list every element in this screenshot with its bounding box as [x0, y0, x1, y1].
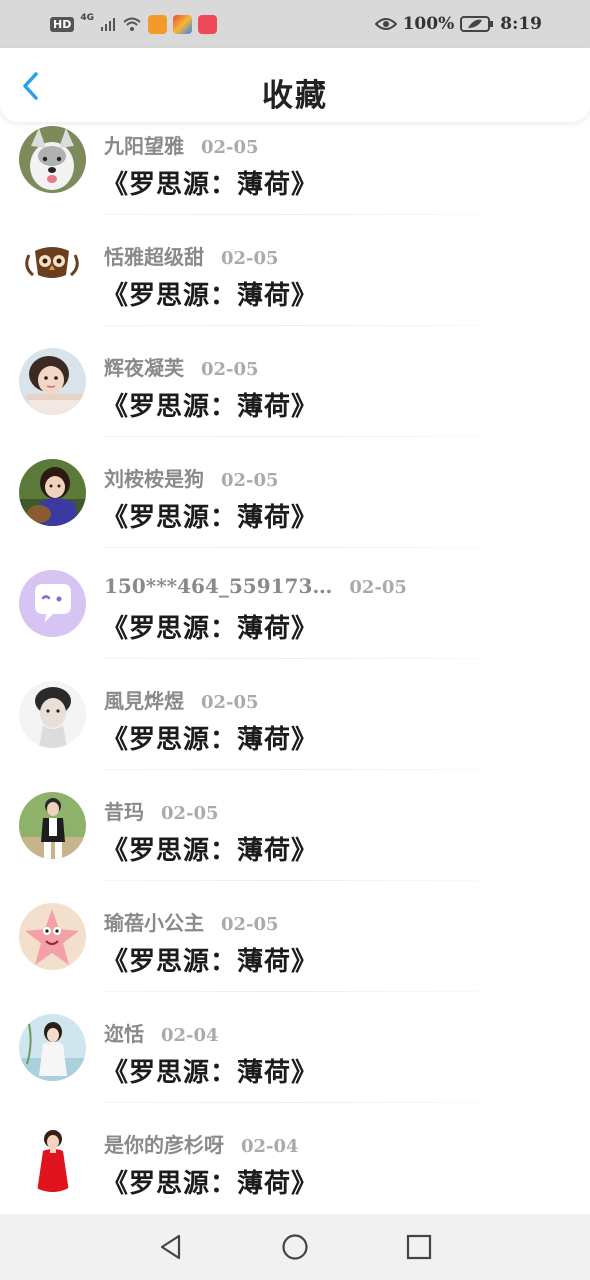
- post-date: 02-04: [241, 1136, 299, 1157]
- item-title[interactable]: 《罗思源：薄荷》: [102, 497, 318, 534]
- app-notification-icon: [148, 14, 167, 34]
- item-meta: 辉夜凝芙 02-05: [104, 352, 259, 381]
- app-notification-icon: [173, 14, 192, 34]
- post-date: 02-04: [161, 1025, 219, 1046]
- network-type: 4G: [80, 13, 94, 23]
- hd-badge: HD: [50, 16, 75, 32]
- owlbook-logo: [19, 237, 86, 304]
- girl-red-dress-avatar-image: [19, 1125, 86, 1192]
- user-name[interactable]: 恬雅超级甜: [104, 241, 204, 270]
- post-date: 02-05: [349, 577, 407, 598]
- list-item[interactable]: 瑜蓓小公主 02-05 《罗思源：薄荷》: [0, 881, 590, 992]
- patrick-star-avatar-image: [19, 903, 86, 970]
- item-meta: 風見烨煜 02-05: [104, 685, 259, 714]
- avatar[interactable]: [19, 681, 86, 748]
- eye-icon: [374, 18, 397, 30]
- battery-percent: 100%: [402, 14, 455, 34]
- list-item[interactable]: 風見烨煜 02-05 《罗思源：薄荷》: [0, 659, 590, 770]
- nav-home-button[interactable]: [281, 1233, 309, 1261]
- default-chat-avatar-icon: [19, 570, 86, 637]
- avatar[interactable]: [19, 903, 86, 970]
- status-left: HD 4G: [50, 13, 217, 34]
- boy-outdoor-avatar-image: [19, 792, 86, 859]
- avatar[interactable]: [19, 1125, 86, 1192]
- user-name[interactable]: 九阳望雅: [104, 130, 184, 159]
- back-triangle-icon: [160, 1234, 181, 1260]
- avatar[interactable]: [19, 570, 86, 637]
- boy-avatar-image: [19, 681, 86, 748]
- wifi-icon: [123, 17, 141, 31]
- clock: 8:19: [500, 14, 542, 34]
- item-title[interactable]: 《罗思源：薄荷》: [102, 164, 318, 201]
- item-title[interactable]: 《罗思源：薄荷》: [102, 275, 318, 312]
- user-name[interactable]: 迩恬: [104, 1018, 144, 1047]
- header: 收藏: [0, 48, 590, 122]
- item-meta: 恬雅超级甜 02-05: [104, 241, 279, 270]
- item-meta: 150***464_559173… 02-05: [104, 574, 407, 598]
- list-item[interactable]: 是你的彦杉呀 02-04 《罗思源：薄荷》: [0, 1103, 590, 1214]
- nav-recents-button[interactable]: [405, 1233, 433, 1261]
- girl-outdoor-avatar-image: [19, 1014, 86, 1081]
- user-name[interactable]: 辉夜凝芙: [104, 352, 184, 381]
- recents-square-icon: [406, 1234, 432, 1260]
- list-item[interactable]: 150***464_559173… 02-05 《罗思源：薄荷》: [0, 548, 590, 659]
- item-meta: 刘桉桉是狗 02-05: [104, 463, 279, 492]
- item-title[interactable]: 《罗思源：薄荷》: [102, 1052, 318, 1089]
- item-title[interactable]: 《罗思源：薄荷》: [102, 830, 318, 867]
- post-date: 02-05: [221, 914, 279, 935]
- avatar[interactable]: [19, 126, 86, 193]
- post-date: 02-05: [201, 137, 259, 158]
- user-name[interactable]: 瑜蓓小公主: [104, 907, 204, 936]
- item-meta: 昔玛 02-05: [104, 796, 219, 825]
- status-right: 100% 8:19: [374, 14, 542, 34]
- avatar[interactable]: [19, 348, 86, 415]
- item-title[interactable]: 《罗思源：薄荷》: [102, 386, 318, 423]
- avatar[interactable]: [19, 459, 86, 526]
- avatar[interactable]: [19, 792, 86, 859]
- list-item[interactable]: 昔玛 02-05 《罗思源：薄荷》: [0, 770, 590, 881]
- user-name[interactable]: 昔玛: [104, 796, 144, 825]
- status-bar: HD 4G 100% 8:19: [0, 0, 590, 48]
- home-circle-icon: [282, 1234, 308, 1260]
- avatar[interactable]: [19, 1014, 86, 1081]
- list-item[interactable]: 迩恬 02-04 《罗思源：薄荷》: [0, 992, 590, 1103]
- list-item[interactable]: 刘桉桉是狗 02-05 《罗思源：薄荷》: [0, 437, 590, 548]
- user-name[interactable]: 是你的彦杉呀: [104, 1129, 224, 1158]
- list-item[interactable]: 恬雅超级甜 02-05 《罗思源：薄荷》: [0, 215, 590, 326]
- item-meta: 瑜蓓小公主 02-05: [104, 907, 279, 936]
- post-date: 02-05: [201, 692, 259, 713]
- user-name[interactable]: 刘桉桉是狗: [104, 463, 204, 492]
- favorites-list: 九阳望雅 02-05 《罗思源：薄荷》 恬雅超级甜 02-05 《罗思源：薄荷》…: [0, 104, 590, 1214]
- system-nav-bar: [0, 1214, 590, 1280]
- nav-back-button[interactable]: [157, 1233, 185, 1261]
- battery-icon: [460, 16, 494, 32]
- user-name[interactable]: 風見烨煜: [104, 685, 184, 714]
- page-title: 收藏: [262, 78, 328, 114]
- post-date: 02-05: [221, 248, 279, 269]
- item-title[interactable]: 《罗思源：薄荷》: [102, 608, 318, 645]
- girl-avatar-image: [19, 348, 86, 415]
- item-title[interactable]: 《罗思源：薄荷》: [102, 941, 318, 978]
- post-date: 02-05: [161, 803, 219, 824]
- item-title[interactable]: 《罗思源：薄荷》: [102, 719, 318, 756]
- item-meta: 迩恬 02-04: [104, 1018, 219, 1047]
- post-date: 02-05: [221, 470, 279, 491]
- list-item[interactable]: 辉夜凝芙 02-05 《罗思源：薄荷》: [0, 326, 590, 437]
- girl-with-dog-avatar-image: [19, 459, 86, 526]
- signal-icon: [101, 18, 115, 31]
- user-name[interactable]: 150***464_559173…: [104, 574, 332, 598]
- item-meta: 九阳望雅 02-05: [104, 130, 259, 159]
- item-title[interactable]: 《罗思源：薄荷》: [102, 1163, 318, 1200]
- item-meta: 是你的彦杉呀 02-04: [104, 1129, 299, 1158]
- avatar[interactable]: [19, 237, 86, 304]
- husky-dog-avatar-image: [19, 126, 86, 193]
- app-notification-icon: [198, 14, 217, 34]
- post-date: 02-05: [201, 359, 259, 380]
